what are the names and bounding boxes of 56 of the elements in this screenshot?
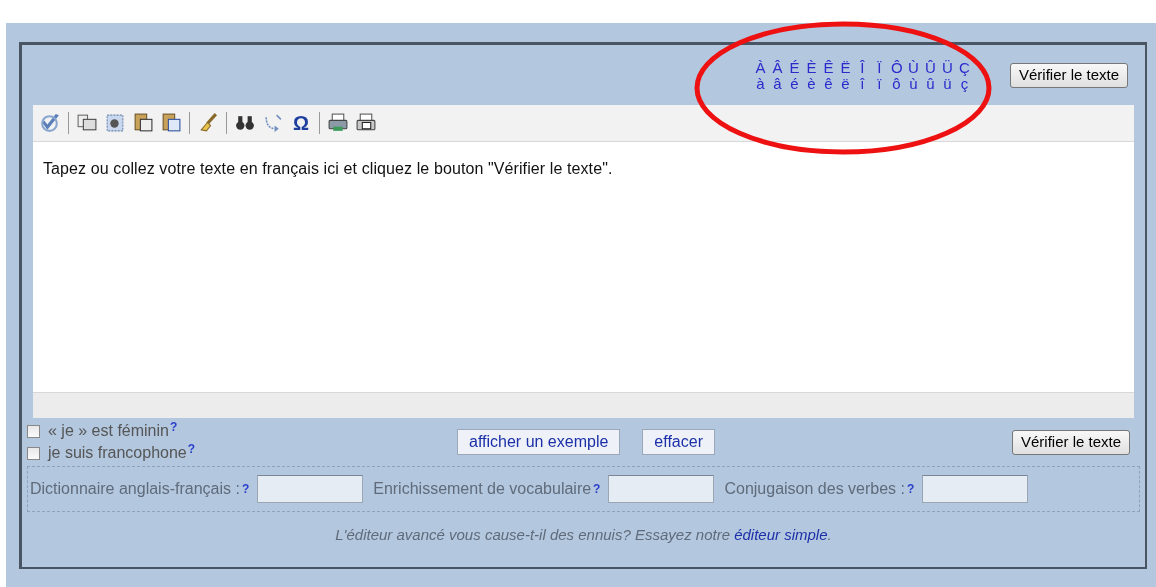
accent-link[interactable]: ô (890, 76, 902, 92)
accent-link[interactable]: è (805, 76, 817, 92)
lookup-field[interactable] (608, 475, 715, 503)
accent-link[interactable]: ç (958, 76, 970, 92)
help-link[interactable]: ? (187, 442, 196, 456)
lookup-label: Conjugaison des verbes : (724, 479, 905, 499)
accent-link[interactable]: Ô (890, 60, 902, 76)
help-link[interactable]: ? (907, 480, 915, 498)
help-link[interactable]: ? (241, 480, 250, 498)
accent-link[interactable]: É (788, 60, 800, 76)
check-text-button[interactable]: Vérifier le texte (1011, 429, 1130, 455)
action-button[interactable]: effacer (642, 429, 715, 455)
paste-icon[interactable] (132, 112, 154, 134)
text-editor[interactable]: Tapez ou collez votre texte en français ici et cliquez le bouton "Vérifier le texte". (33, 142, 1134, 392)
accent-link[interactable]: ï (873, 76, 885, 92)
option-label: « je » est féminin (48, 421, 169, 441)
lookup-field[interactable] (922, 475, 1029, 503)
accent-link[interactable]: Â (771, 60, 783, 76)
accent-link[interactable]: à (754, 76, 766, 92)
accent-link[interactable]: È (805, 60, 817, 76)
help-link[interactable]: ? (593, 480, 601, 498)
editor-text: Tapez ou collez votre texte en français ici et cliquez le bouton "Vérifier le texte". (43, 159, 614, 179)
accent-link[interactable]: ê (822, 76, 834, 92)
action-button[interactable]: afficher un exemple (457, 429, 621, 455)
replace-icon[interactable] (262, 112, 284, 134)
accent-link[interactable]: Ç (958, 60, 970, 76)
lookup-label: Enrichissement de vocabulaire (373, 479, 592, 499)
printer-icon[interactable] (327, 112, 349, 134)
accent-link[interactable]: Ë (839, 60, 851, 76)
accent-link[interactable]: Û (924, 60, 936, 76)
lookup-field[interactable] (257, 475, 364, 503)
accent-link[interactable]: Ü (941, 60, 953, 76)
paste-icon[interactable] (160, 112, 182, 134)
accent-link[interactable]: Ï (873, 60, 885, 76)
accent-link[interactable]: ù (907, 76, 919, 92)
footer-note: L'éditeur avancé vous cause-t-il des ennuis? Essayez notre éditeur simple. (335, 525, 832, 545)
accent-link[interactable]: ü (941, 76, 953, 92)
simple-editor-link[interactable]: éditeur simple (734, 526, 828, 543)
accent-link[interactable]: ë (839, 76, 851, 92)
checkbox[interactable] (27, 446, 40, 460)
accent-link[interactable]: î (856, 76, 868, 92)
accent-link[interactable]: À (754, 60, 766, 76)
accent-link[interactable]: Ê (822, 60, 834, 76)
accent-link[interactable]: Î (856, 60, 868, 76)
accent-link[interactable]: Ù (907, 60, 919, 76)
select-all-icon[interactable] (104, 112, 126, 134)
option-label: je suis francophone (48, 443, 187, 463)
check-text-button[interactable]: Vérifier le texte (1009, 62, 1128, 88)
accent-link[interactable]: é (788, 76, 800, 92)
accent-link[interactable]: û (924, 76, 936, 92)
checkbox[interactable] (27, 424, 40, 438)
lookup-label: Dictionnaire anglais-français : (30, 479, 240, 499)
accent-link[interactable]: â (771, 76, 783, 92)
special-character-button[interactable]: Ω (290, 113, 312, 133)
help-link[interactable]: ? (169, 420, 178, 434)
check-icon[interactable] (39, 112, 61, 134)
